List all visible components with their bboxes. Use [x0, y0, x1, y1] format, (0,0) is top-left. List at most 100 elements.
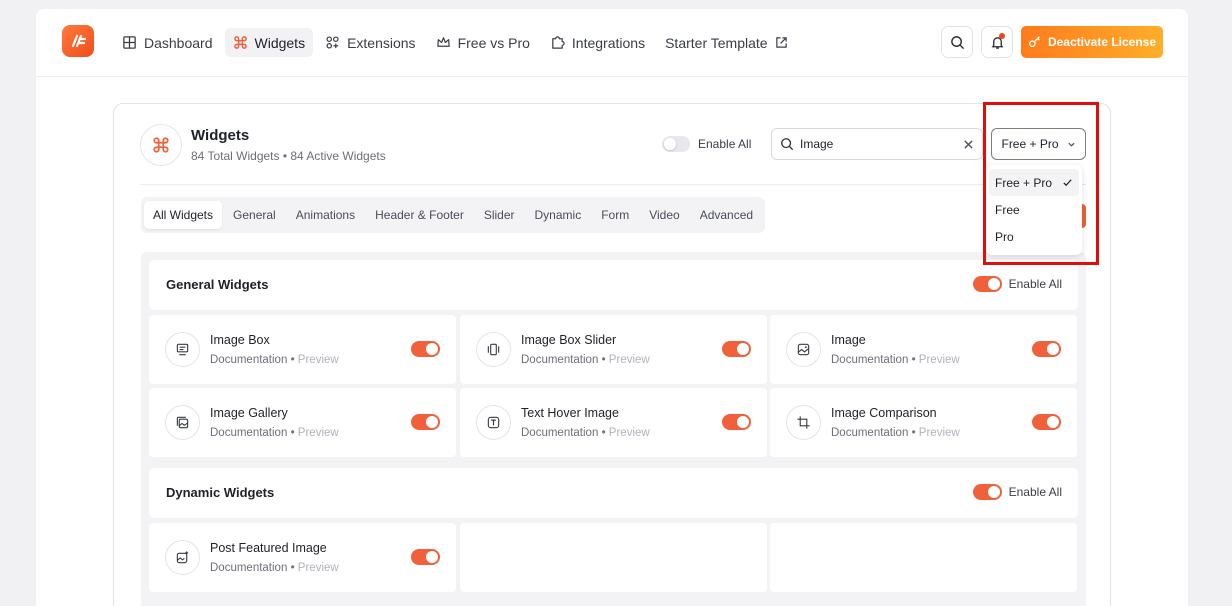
notifications-button[interactable] — [981, 26, 1013, 58]
widget-links: Documentation • Preview — [831, 354, 960, 366]
widget-card: Image Gallery Documentation • Preview — [149, 388, 456, 457]
widget-links: Documentation • Preview — [831, 427, 960, 439]
dynamic-widgets-section: Dynamic Widgets Enable All Post Featured… — [149, 468, 1078, 598]
widget-toggle[interactable] — [722, 414, 751, 430]
enable-all-control: Enable All — [662, 136, 751, 152]
category-tabs: All Widgets General Animations Header & … — [141, 197, 766, 233]
documentation-link[interactable]: Documentation — [521, 354, 598, 366]
tab-form[interactable]: Form — [592, 201, 638, 229]
section-title: Dynamic Widgets — [166, 485, 275, 500]
documentation-link[interactable]: Documentation — [210, 427, 287, 439]
page-title: Widgets — [191, 127, 250, 144]
separator: • — [290, 354, 295, 366]
preview-link[interactable]: Preview — [609, 354, 650, 366]
preview-link[interactable]: Preview — [919, 354, 960, 366]
empty-card-slot — [460, 523, 767, 592]
widget-card: Image Box Documentation • Preview — [149, 315, 456, 384]
close-icon[interactable] — [963, 139, 974, 150]
nav-item-dashboard[interactable]: Dashboard — [114, 28, 221, 57]
widget-toggle[interactable] — [411, 341, 440, 357]
image-box-icon — [165, 332, 200, 367]
gallery-icon — [165, 405, 200, 440]
widgets-panel-icon — [140, 124, 182, 166]
documentation-link[interactable]: Documentation — [831, 427, 908, 439]
enable-all-toggle[interactable] — [662, 136, 690, 152]
section-enable-label: Enable All — [1008, 277, 1062, 291]
search-icon — [781, 138, 794, 151]
widget-card: Text Hover Image Documentation • Preview — [460, 388, 767, 457]
section-enable-toggle[interactable] — [972, 484, 1002, 500]
documentation-link[interactable]: Documentation — [210, 354, 287, 366]
deactivate-license-button[interactable]: Deactivate License — [1021, 26, 1163, 58]
widget-toggle[interactable] — [411, 549, 440, 565]
search-input[interactable] — [800, 137, 950, 151]
tab-dynamic[interactable]: Dynamic — [526, 201, 591, 229]
widget-links: Documentation • Preview — [210, 562, 339, 574]
general-widgets-section: General Widgets Enable All Image Box Doc… — [149, 260, 1078, 460]
nav-label: Dashboard — [144, 34, 213, 51]
separator: • — [290, 427, 295, 439]
section-title: General Widgets — [166, 277, 269, 292]
tab-all-widgets[interactable]: All Widgets — [144, 201, 223, 229]
widgets-panel: Widgets 84 Total Widgets • 84 Active Wid… — [113, 103, 1111, 606]
slider-icon — [476, 332, 511, 367]
separator: • — [290, 562, 295, 574]
search-button[interactable] — [941, 26, 973, 58]
brand-logo[interactable] — [62, 25, 94, 57]
documentation-link[interactable]: Documentation — [210, 562, 287, 574]
widget-card: Image Comparison Documentation • Preview — [770, 388, 1077, 457]
main-nav: Dashboard Widgets Extensions Free vs Pro… — [114, 28, 796, 57]
featured-image-icon — [165, 540, 200, 575]
section-enable-all: Enable All — [972, 276, 1062, 292]
separator: • — [601, 427, 606, 439]
widget-toggle[interactable] — [411, 414, 440, 430]
widget-toggle[interactable] — [1032, 414, 1061, 430]
widget-name: Image Box Slider — [521, 333, 617, 347]
nav-item-starter-template[interactable]: Starter Template — [657, 28, 795, 57]
separator: • — [911, 427, 916, 439]
highlight-annotation-box — [983, 102, 1099, 265]
documentation-link[interactable]: Documentation — [521, 427, 598, 439]
nav-label: Free vs Pro — [457, 34, 530, 51]
tab-video[interactable]: Video — [640, 201, 688, 229]
command-icon — [233, 36, 247, 49]
widget-name: Image Gallery — [210, 406, 288, 420]
nav-item-free-vs-pro[interactable]: Free vs Pro — [428, 28, 538, 57]
text-icon — [476, 405, 511, 440]
widget-card: Image Box Slider Documentation • Preview — [460, 315, 767, 384]
tab-header-footer[interactable]: Header & Footer — [366, 201, 473, 229]
nav-item-widgets[interactable]: Widgets — [224, 28, 314, 57]
documentation-link[interactable]: Documentation — [831, 354, 908, 366]
deactivate-license-label: Deactivate License — [1047, 35, 1157, 49]
widget-name: Text Hover Image — [521, 406, 619, 420]
nav-label: Extensions — [347, 34, 416, 51]
preview-link[interactable]: Preview — [298, 427, 339, 439]
widget-card: Post Featured Image Documentation • Prev… — [149, 523, 456, 592]
section-header: Dynamic Widgets Enable All — [149, 468, 1078, 518]
nav-item-integrations[interactable]: Integrations — [542, 28, 653, 57]
widget-name: Post Featured Image — [210, 541, 327, 555]
tab-animations[interactable]: Animations — [287, 201, 364, 229]
section-enable-all: Enable All — [972, 484, 1062, 500]
widget-name: Image — [831, 333, 866, 347]
tab-general[interactable]: General — [224, 201, 285, 229]
extensions-icon — [326, 36, 339, 49]
tab-slider[interactable]: Slider — [475, 201, 524, 229]
header-divider — [140, 184, 1086, 185]
widget-search — [771, 128, 983, 160]
nav-item-extensions[interactable]: Extensions — [317, 28, 423, 57]
key-icon — [1029, 36, 1040, 48]
separator: • — [601, 354, 606, 366]
widget-toggle[interactable] — [722, 341, 751, 357]
preview-link[interactable]: Preview — [298, 562, 339, 574]
search-icon — [950, 35, 964, 49]
widget-toggle[interactable] — [1032, 341, 1061, 357]
widget-name: Image Comparison — [831, 406, 937, 420]
image-icon — [786, 332, 821, 367]
preview-link[interactable]: Preview — [919, 427, 960, 439]
section-enable-toggle[interactable] — [972, 276, 1002, 292]
tab-advanced[interactable]: Advanced — [691, 201, 762, 229]
preview-link[interactable]: Preview — [298, 354, 339, 366]
preview-link[interactable]: Preview — [609, 427, 650, 439]
crop-icon — [786, 405, 821, 440]
